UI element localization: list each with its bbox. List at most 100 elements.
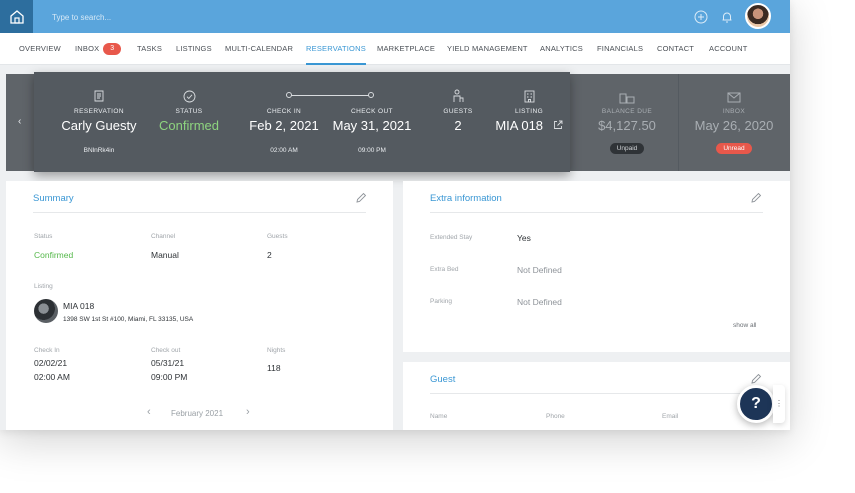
check-out-date: May 31, 2021: [332, 118, 412, 133]
guests-label: GUESTS: [443, 108, 473, 115]
show-all-link[interactable]: show all: [733, 322, 756, 329]
summary-card: Summary Status Confirmed Channel Manual …: [6, 181, 393, 430]
pencil-icon[interactable]: [750, 373, 762, 385]
reservation-col: RESERVATION Carly Guesty BNlnRk4in: [44, 88, 154, 154]
help-menu-handle[interactable]: ⋮: [773, 385, 785, 423]
nav-multi-calendar[interactable]: MULTI-CALENDAR: [225, 33, 293, 65]
guests-field-label: Guests: [267, 233, 288, 240]
add-button[interactable]: [692, 8, 710, 26]
confirmation-code: BNlnRk4in: [83, 147, 115, 154]
checkout-field-time: 09:00 PM: [151, 372, 188, 382]
pencil-icon[interactable]: [355, 192, 367, 204]
extra-info-card: Extra information Extended Stay Yes Extr…: [403, 181, 790, 352]
search-input[interactable]: [52, 8, 352, 26]
extra-row-value: Yes: [517, 233, 531, 243]
nav-financials[interactable]: FINANCIALS: [597, 33, 643, 65]
guest-name: Carly Guesty: [61, 118, 137, 133]
listing-label: LISTING: [514, 108, 544, 115]
checkout-field-label: Check out: [151, 347, 181, 354]
check-in-label: CHECK IN: [266, 108, 302, 115]
status-field-value: Confirmed: [34, 250, 74, 260]
plus-circle-icon: [694, 10, 708, 24]
calendar-month-label: February 2021: [171, 409, 224, 418]
checkin-field-label: Check In: [34, 347, 60, 354]
notifications-button[interactable]: [718, 8, 736, 26]
extra-row-label: Parking: [430, 298, 453, 305]
calendar-prev-button[interactable]: ‹: [147, 407, 151, 418]
extra-row-value: Not Defined: [517, 265, 562, 275]
nav-reservations[interactable]: RESERVATIONS: [306, 33, 366, 65]
guest-divider: [430, 393, 763, 394]
inbox-label: INBOX: [722, 108, 746, 115]
check-out-time: 09:00 PM: [358, 147, 386, 154]
status-value: Confirmed: [159, 118, 219, 133]
guest-phone-label: Phone: [546, 413, 565, 420]
check-in-time: 02:00 AM: [270, 147, 298, 154]
strip-prev-arrow[interactable]: ‹: [18, 116, 21, 127]
nights-field-label: Nights: [267, 347, 286, 354]
inbox-date: May 26, 2020: [694, 118, 774, 133]
home-button[interactable]: [0, 0, 33, 33]
guest-card: Guest Name Phone Email: [403, 362, 790, 430]
building-icon: [524, 90, 534, 102]
pencil-icon[interactable]: [750, 192, 762, 204]
status-label: STATUS: [175, 108, 203, 115]
listing-field-label: Listing: [34, 283, 53, 290]
nav-yield-management[interactable]: YIELD MANAGEMENT: [447, 33, 528, 65]
guests-field-value: 2: [267, 250, 272, 260]
guest-name-label: Name: [430, 413, 448, 420]
nav-account[interactable]: ACCOUNT: [709, 33, 747, 65]
nav-analytics[interactable]: ANALYTICS: [540, 33, 583, 65]
bank-icon: [619, 93, 635, 104]
listing-col[interactable]: LISTING MIA 018: [489, 88, 569, 133]
extra-info-title: Extra information: [430, 193, 502, 204]
timeline-start-dot: [286, 92, 292, 98]
balance-due-value: $4,127.50: [598, 118, 656, 133]
calendar-next-button[interactable]: ›: [246, 407, 250, 418]
unpaid-badge: Unpaid: [609, 143, 645, 154]
nav-inbox[interactable]: INBOX 3: [75, 33, 122, 65]
inbox-block[interactable]: INBOX May 26, 2020 Unread: [684, 74, 784, 171]
extra-info-divider: [430, 212, 763, 213]
external-link-icon[interactable]: [553, 120, 563, 130]
listing-nickname: MIA 018: [495, 118, 544, 133]
nav-marketplace[interactable]: MARKETPLACE: [377, 33, 435, 65]
checkout-field-date: 05/31/21: [151, 358, 185, 368]
user-avatar[interactable]: [745, 3, 771, 29]
listing-thumbnail[interactable]: [34, 299, 58, 323]
checkin-field-time: 02:00 AM: [34, 372, 70, 382]
guests-value: 2: [454, 118, 462, 133]
channel-field-value: Manual: [151, 250, 179, 260]
check-in-col: CHECK IN Feb 2, 2021 02:00 AM: [239, 108, 329, 154]
summary-divider: [33, 212, 366, 213]
strip-divider: [678, 74, 679, 171]
balance-due-label: BALANCE DUE: [601, 108, 653, 115]
check-out-col: CHECK OUT May 31, 2021 09:00 PM: [324, 108, 420, 154]
check-circle-icon: [183, 90, 195, 102]
check-out-label: CHECK OUT: [351, 108, 393, 115]
summary-title: Summary: [33, 193, 74, 204]
guests-col: GUESTS 2: [428, 88, 488, 133]
check-in-date: Feb 2, 2021: [249, 118, 319, 133]
listing-address: 1398 SW 1st St #100, Miami, FL 33135, US…: [63, 316, 194, 323]
nav-inbox-label: INBOX: [75, 44, 100, 53]
envelope-icon: [727, 92, 741, 103]
balance-due-block: BALANCE DUE $4,127.50 Unpaid: [577, 74, 677, 171]
document-icon: [94, 90, 104, 102]
inbox-count-badge: 3: [103, 43, 122, 56]
help-button[interactable]: ?: [737, 385, 775, 423]
extra-row-label: Extended Stay: [430, 234, 473, 241]
bell-icon: [722, 12, 732, 23]
nav-listings[interactable]: LISTINGS: [176, 33, 212, 65]
nav-overview[interactable]: OVERVIEW: [19, 33, 61, 65]
guest-title: Guest: [430, 374, 456, 385]
reservation-label: RESERVATION: [74, 108, 124, 115]
channel-field-label: Channel: [151, 233, 176, 240]
stay-timeline: [289, 95, 373, 96]
listing-field-name[interactable]: MIA 018: [63, 301, 94, 311]
nav-contact[interactable]: CONTACT: [657, 33, 694, 65]
nav-tasks[interactable]: TASKS: [137, 33, 162, 65]
status-field-label: Status: [34, 233, 53, 240]
guest-email-label: Email: [662, 413, 679, 420]
unread-badge: Unread: [716, 143, 752, 154]
